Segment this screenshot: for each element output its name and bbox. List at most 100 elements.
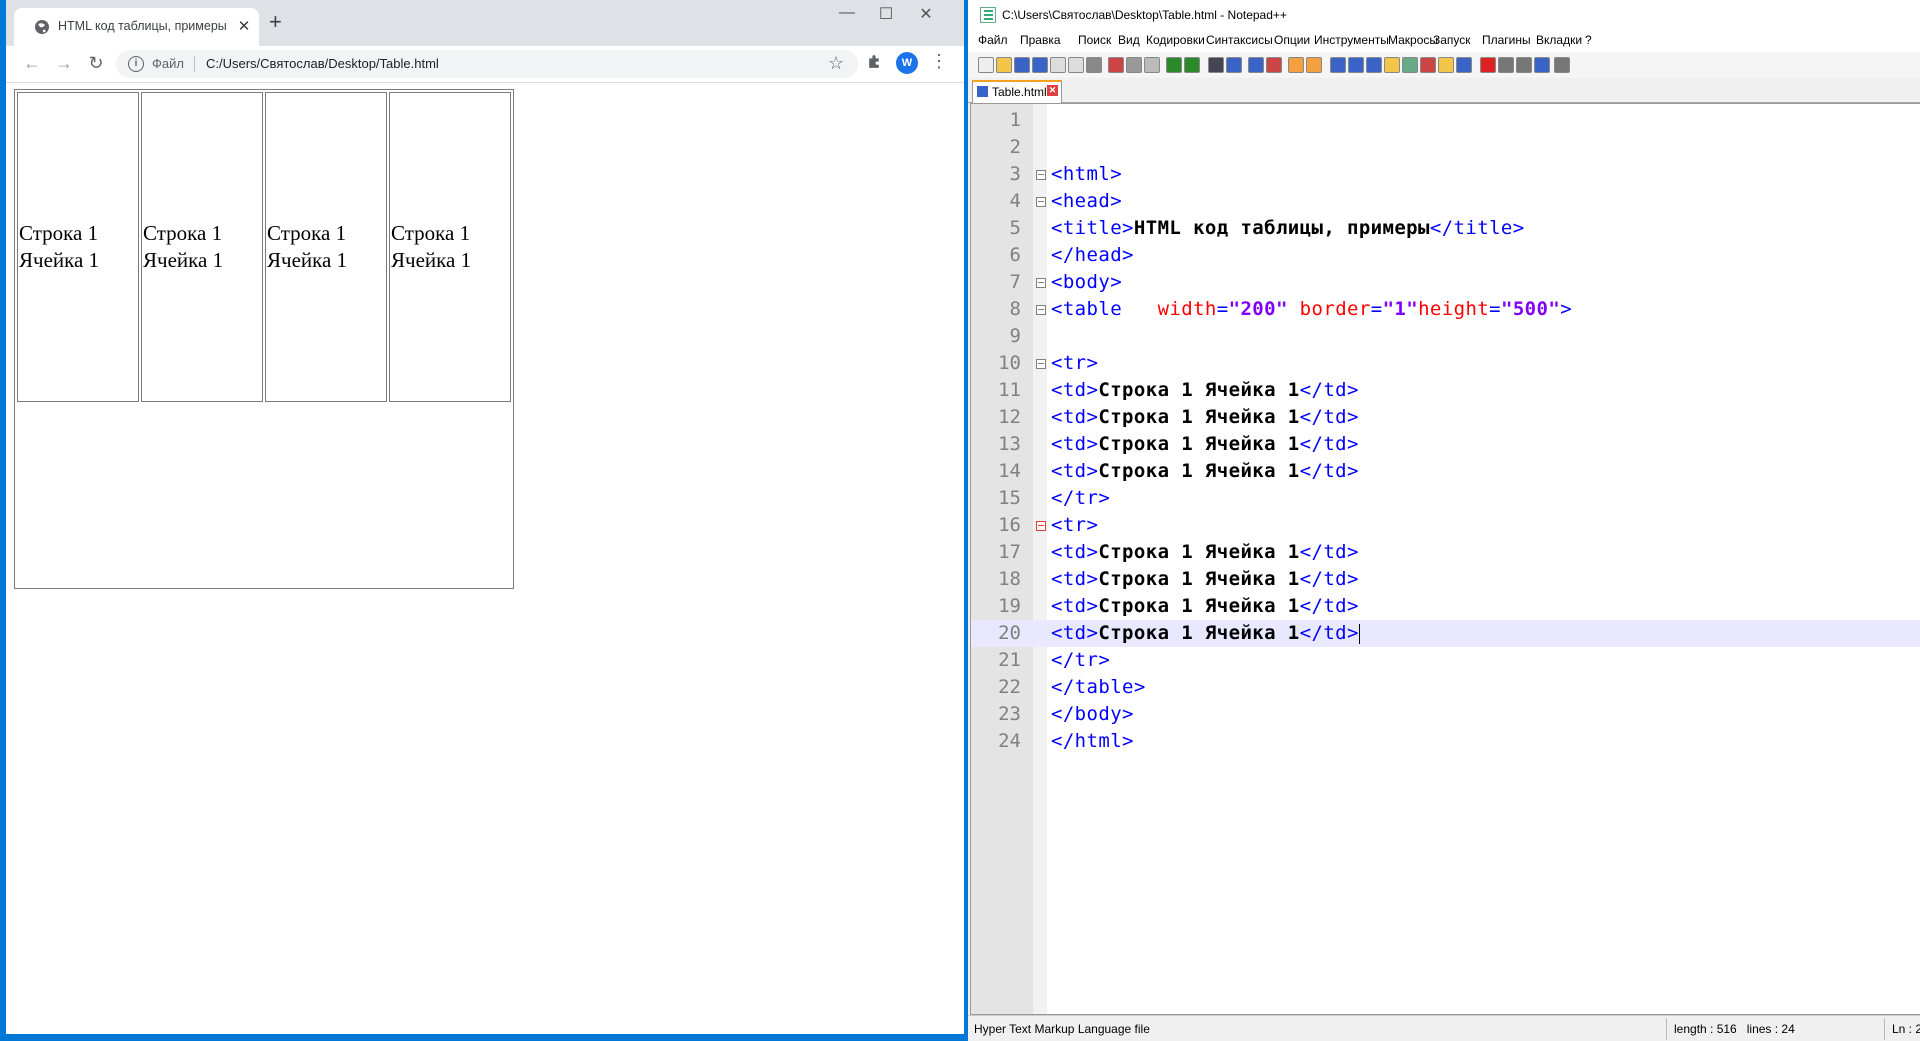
code-line[interactable]: 22 </table>: [971, 674, 1920, 701]
fold-toggle-icon[interactable]: [1036, 197, 1046, 207]
open-file-icon[interactable]: [996, 57, 1012, 73]
function-list-icon[interactable]: [1420, 57, 1436, 73]
code-line[interactable]: 21 </tr>: [971, 647, 1920, 674]
replace-icon[interactable]: [1226, 57, 1242, 73]
url-text[interactable]: C:/Users/Святослав/Desktop/Table.html: [206, 56, 439, 71]
paste-icon[interactable]: [1144, 57, 1160, 73]
new-file-icon[interactable]: [978, 57, 994, 73]
code-line[interactable]: 18 <td>Строка 1 Ячейка 1</td>: [971, 566, 1920, 593]
code-line[interactable]: 5 <title>HTML код таблицы, примеры</title…: [971, 215, 1920, 242]
file-tab[interactable]: Table.html ✕: [972, 80, 1062, 103]
tab-close-icon[interactable]: ✕: [236, 17, 252, 35]
menu-item[interactable]: Инструменты: [1314, 33, 1389, 47]
doc-map-icon[interactable]: [1402, 57, 1418, 73]
code-line[interactable]: 2: [971, 134, 1920, 161]
code-line[interactable]: 8 <table width="200" border="1"height="50…: [971, 296, 1920, 323]
new-tab-button[interactable]: +: [269, 11, 282, 33]
menu-item[interactable]: Запуск: [1433, 33, 1471, 47]
run-macro-icon[interactable]: [1534, 57, 1550, 73]
line-number: 16: [998, 514, 1021, 536]
play-macro-icon[interactable]: [1516, 57, 1532, 73]
udl-icon[interactable]: [1384, 57, 1400, 73]
zoom-out-icon[interactable]: [1266, 57, 1282, 73]
zoom-in-icon[interactable]: [1248, 57, 1264, 73]
code-line[interactable]: 6 </head>: [971, 242, 1920, 269]
menu-item[interactable]: Вкладки: [1536, 33, 1582, 47]
save-macro-icon[interactable]: [1554, 57, 1570, 73]
all-chars-icon[interactable]: [1348, 57, 1364, 73]
code-line[interactable]: 10 <tr>: [971, 350, 1920, 377]
code-line[interactable]: 11 <td>Строка 1 Ячейка 1</td>: [971, 377, 1920, 404]
forward-button[interactable]: →: [52, 53, 76, 74]
save-icon[interactable]: [1014, 57, 1030, 73]
menu-item[interactable]: Правка: [1020, 33, 1061, 47]
fold-toggle-icon[interactable]: [1036, 359, 1046, 369]
fold-toggle-icon[interactable]: [1036, 278, 1046, 288]
code-line[interactable]: 14 <td>Строка 1 Ячейка 1</td>: [971, 458, 1920, 485]
menu-item[interactable]: Кодировки: [1146, 33, 1205, 47]
close-all-icon[interactable]: [1068, 57, 1084, 73]
bookmark-star-icon[interactable]: ☆: [828, 53, 844, 74]
code-line[interactable]: 15 </tr>: [971, 485, 1920, 512]
menu-item[interactable]: Плагины: [1482, 33, 1531, 47]
info-icon[interactable]: i: [128, 56, 144, 72]
menu-item[interactable]: Опции: [1274, 33, 1310, 47]
indent-guide-icon[interactable]: [1366, 57, 1382, 73]
code-text: <td>Строка 1 Ячейка 1</td>: [1051, 460, 1359, 482]
menu-item[interactable]: Макросы: [1388, 33, 1438, 47]
reload-button[interactable]: ↻: [84, 53, 108, 74]
profile-avatar[interactable]: W: [896, 52, 918, 74]
close-window-button[interactable]: ✕: [906, 4, 946, 24]
code-line[interactable]: 7 <body>: [971, 269, 1920, 296]
code-line[interactable]: 12 <td>Строка 1 Ячейка 1</td>: [971, 404, 1920, 431]
stop-macro-icon[interactable]: [1498, 57, 1514, 73]
close-icon[interactable]: [1050, 57, 1066, 73]
file-tab-close-icon[interactable]: ✕: [1047, 85, 1058, 96]
code-line[interactable]: 17 <td>Строка 1 Ячейка 1</td>: [971, 539, 1920, 566]
code-text: <tr>: [1051, 514, 1099, 536]
fold-toggle-icon[interactable]: [1036, 170, 1046, 180]
menu-item[interactable]: Вид: [1118, 33, 1140, 47]
code-line[interactable]: 9: [971, 323, 1920, 350]
extensions-puzzle-icon[interactable]: [866, 53, 883, 70]
code-line[interactable]: 19 <td>Строка 1 Ячейка 1</td>: [971, 593, 1920, 620]
code-line[interactable]: 23 </body>: [971, 701, 1920, 728]
save-all-icon[interactable]: [1032, 57, 1048, 73]
status-lines-value: lines : 24: [1746, 1022, 1795, 1036]
line-number: 12: [998, 406, 1021, 428]
line-number: 13: [998, 433, 1021, 455]
minimize-button[interactable]: —: [827, 4, 867, 22]
address-bar[interactable]: i Файл C:/Users/Святослав/Desktop/Table.…: [116, 50, 858, 78]
maximize-button[interactable]: ☐: [866, 4, 906, 24]
menu-item[interactable]: Поиск: [1078, 33, 1111, 47]
browser-tab[interactable]: HTML код таблицы, примеры ✕: [14, 8, 259, 46]
browser-menu-icon[interactable]: ⋮: [930, 51, 948, 72]
code-line[interactable]: 1: [971, 107, 1920, 134]
record-macro-icon[interactable]: [1480, 57, 1496, 73]
code-line[interactable]: 20 <td>Строка 1 Ячейка 1</td>: [971, 620, 1920, 647]
code-editor[interactable]: 1 2 3 <html> 4 <head> 5 <title>HTML код таблицы…: [970, 103, 1920, 1015]
fold-toggle-icon[interactable]: [1036, 305, 1046, 315]
menu-item[interactable]: Файл: [978, 33, 1008, 47]
fold-toggle-icon[interactable]: [1036, 521, 1046, 531]
monitor-icon[interactable]: [1456, 57, 1472, 73]
back-button[interactable]: ←: [20, 53, 44, 74]
sync-h-icon[interactable]: [1306, 57, 1322, 73]
undo-icon[interactable]: [1166, 57, 1182, 73]
cut-icon[interactable]: [1108, 57, 1124, 73]
sync-v-icon[interactable]: [1288, 57, 1304, 73]
menu-item[interactable]: Синтаксисы: [1206, 33, 1273, 47]
folder-workspace-icon[interactable]: [1438, 57, 1454, 73]
code-line[interactable]: 13 <td>Строка 1 Ячейка 1</td>: [971, 431, 1920, 458]
redo-icon[interactable]: [1184, 57, 1200, 73]
code-line[interactable]: 4 <head>: [971, 188, 1920, 215]
find-icon[interactable]: [1208, 57, 1224, 73]
code-line[interactable]: 3 <html>: [971, 161, 1920, 188]
copy-icon[interactable]: [1126, 57, 1142, 73]
print-icon[interactable]: [1086, 57, 1102, 73]
code-text: <title>HTML код таблицы, примеры</title>: [1051, 217, 1525, 239]
menu-item[interactable]: ?: [1585, 33, 1592, 47]
code-line[interactable]: 16 <tr>: [971, 512, 1920, 539]
wrap-icon[interactable]: [1330, 57, 1346, 73]
code-line[interactable]: 24 </html>: [971, 728, 1920, 755]
